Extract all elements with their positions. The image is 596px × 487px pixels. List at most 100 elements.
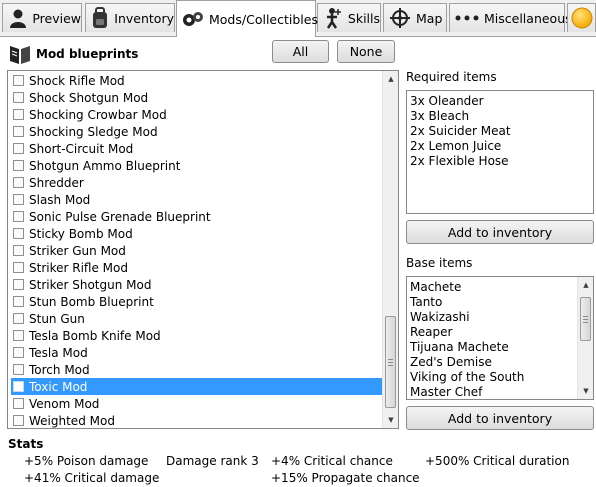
- required-item: 3x Bleach: [410, 109, 470, 123]
- mod-checkbox[interactable]: [13, 194, 24, 205]
- base-item[interactable]: Tanto: [410, 295, 442, 309]
- mod-item-label: Venom Mod: [29, 396, 100, 411]
- mod-checkbox[interactable]: [13, 398, 24, 409]
- compass-icon: [388, 6, 412, 30]
- tab-extra[interactable]: [567, 3, 596, 32]
- stat-critical-damage: +41% Critical damage: [24, 471, 160, 485]
- mod-item-label: Shredder: [29, 175, 84, 190]
- scroll-up-arrow-icon[interactable]: ▲: [383, 71, 398, 87]
- base-item[interactable]: Zed's Demise: [410, 355, 492, 369]
- mod-item-label: Short-Circuit Mod: [29, 141, 134, 156]
- required-item: 2x Suicider Meat: [410, 124, 511, 138]
- mod-checkbox[interactable]: [13, 228, 24, 239]
- mod-list-item[interactable]: Striker Rifle Mod: [11, 259, 382, 276]
- tab-miscellaneous[interactable]: Miscellaneous: [449, 3, 572, 32]
- mod-checkbox[interactable]: [13, 347, 24, 358]
- required-item: 2x Lemon Juice: [410, 139, 502, 153]
- base-item[interactable]: Reaper: [410, 325, 452, 339]
- base-items-list[interactable]: Machete Tanto Wakizashi Reaper Tijuana Mache…: [406, 276, 594, 400]
- tab-map[interactable]: Map: [383, 3, 447, 32]
- tab-inventory[interactable]: Inventory: [85, 3, 175, 32]
- mod-list-item[interactable]: Shock Rifle Mod: [11, 72, 382, 89]
- mod-item-label: Shocking Sledge Mod: [29, 124, 158, 139]
- mod-checkbox[interactable]: [13, 211, 24, 222]
- mod-checkbox[interactable]: [13, 313, 24, 324]
- tab-preview[interactable]: Preview: [2, 3, 82, 32]
- mod-list-item[interactable]: Shotgun Ammo Blueprint: [11, 157, 382, 174]
- select-none-button[interactable]: None: [337, 40, 395, 63]
- mod-list-item[interactable]: Shredder: [11, 174, 382, 191]
- mod-list-item[interactable]: Shock Shotgun Mod: [11, 89, 382, 106]
- mod-item-label: Shock Shotgun Mod: [29, 90, 149, 105]
- base-item[interactable]: Machete: [410, 280, 461, 294]
- tab-mods-collectibles[interactable]: Mods/Collectibles: [176, 0, 318, 37]
- skill-figure-icon: [322, 6, 344, 30]
- select-all-button[interactable]: All: [272, 40, 329, 63]
- mod-list-item[interactable]: Striker Gun Mod: [11, 242, 382, 259]
- mod-list-item[interactable]: Tesla Mod: [11, 344, 382, 361]
- person-icon: [7, 6, 28, 30]
- mod-checkbox[interactable]: [13, 262, 24, 273]
- mod-checkbox[interactable]: [13, 75, 24, 86]
- mod-list-item[interactable]: Toxic Mod: [11, 378, 382, 395]
- tab-skills[interactable]: Skills: [317, 3, 381, 32]
- mod-list-item[interactable]: Weighted Mod: [11, 412, 382, 428]
- mod-list-item[interactable]: Tesla Bomb Knife Mod: [11, 327, 382, 344]
- mod-checkbox[interactable]: [13, 381, 24, 392]
- scroll-up-arrow-icon[interactable]: ▲: [578, 277, 593, 293]
- base-item[interactable]: Tijuana Machete: [410, 340, 509, 354]
- mod-list-item[interactable]: Torch Mod: [11, 361, 382, 378]
- scroll-down-arrow-icon[interactable]: ▼: [383, 412, 398, 428]
- mod-list-item[interactable]: Shocking Sledge Mod: [11, 123, 382, 140]
- base-item[interactable]: Master Chef: [410, 385, 482, 399]
- stat-critical-chance: +4% Critical chance: [271, 454, 393, 468]
- required-items-box: 3x Oleander 3x Bleach 2x Suicider Meat 2x L…: [406, 90, 594, 214]
- mod-checkbox[interactable]: [13, 330, 24, 341]
- mod-checkbox[interactable]: [13, 364, 24, 375]
- mod-checkbox[interactable]: [13, 177, 24, 188]
- mod-checkbox-list[interactable]: Shock Rifle Mod Shock Shotgun Mod Shocking…: [7, 70, 399, 429]
- mod-item-label: Toxic Mod: [29, 379, 88, 394]
- page-title: Mod blueprints: [36, 47, 139, 61]
- mod-item-label: Shocking Crowbar Mod: [29, 107, 167, 122]
- tab-bar: Preview Inventory Mods/Collectibles Skil…: [0, 0, 596, 37]
- mod-item-label: Stun Gun: [29, 311, 85, 326]
- scroll-down-arrow-icon[interactable]: ▼: [578, 383, 593, 399]
- scroll-thumb[interactable]: [385, 316, 396, 408]
- mod-list-item[interactable]: Sonic Pulse Grenade Blueprint: [11, 208, 382, 225]
- required-items-label: Required items: [406, 70, 497, 84]
- mod-list-item[interactable]: Stun Bomb Blueprint: [11, 293, 382, 310]
- base-items-scrollbar[interactable]: ▲ ▼: [577, 277, 593, 399]
- tab-label: Skills: [347, 10, 380, 26]
- mod-checkbox[interactable]: [13, 92, 24, 103]
- mod-checkbox[interactable]: [13, 415, 24, 426]
- mod-list-item[interactable]: Venom Mod: [11, 395, 382, 412]
- mod-checkbox[interactable]: [13, 245, 24, 256]
- mod-checkbox[interactable]: [13, 279, 24, 290]
- mod-list-item[interactable]: Shocking Crowbar Mod: [11, 106, 382, 123]
- mod-checkbox[interactable]: [13, 160, 24, 171]
- mod-checkbox[interactable]: [13, 109, 24, 120]
- mod-item-label: Slash Mod: [29, 192, 91, 207]
- mod-item-label: Shock Rifle Mod: [29, 73, 125, 88]
- mod-list-item[interactable]: Sticky Bomb Mod: [11, 225, 382, 242]
- backpack-icon: [90, 6, 110, 30]
- required-item: 3x Oleander: [410, 94, 484, 108]
- base-item[interactable]: Wakizashi: [410, 310, 470, 324]
- mod-checkbox[interactable]: [13, 143, 24, 154]
- mod-item-label: Striker Rifle Mod: [29, 260, 128, 275]
- add-base-to-inventory-button[interactable]: Add to inventory: [406, 406, 594, 430]
- add-required-to-inventory-button[interactable]: Add to inventory: [406, 220, 594, 244]
- mod-list-scrollbar[interactable]: ▲ ▼: [382, 71, 398, 428]
- mod-checkbox[interactable]: [13, 126, 24, 137]
- mod-list-item[interactable]: Striker Shotgun Mod: [11, 276, 382, 293]
- scroll-thumb[interactable]: [580, 297, 591, 341]
- mod-checkbox[interactable]: [13, 296, 24, 307]
- mod-item-label: Shotgun Ammo Blueprint: [29, 158, 181, 173]
- mod-list-item[interactable]: Stun Gun: [11, 310, 382, 327]
- mod-list-item[interactable]: Short-Circuit Mod: [11, 140, 382, 157]
- tab-label: Mods/Collectibles: [209, 11, 318, 27]
- mod-list-item[interactable]: Slash Mod: [11, 191, 382, 208]
- tab-label: Miscellaneous: [484, 10, 572, 26]
- base-item[interactable]: Viking of the South: [410, 370, 524, 384]
